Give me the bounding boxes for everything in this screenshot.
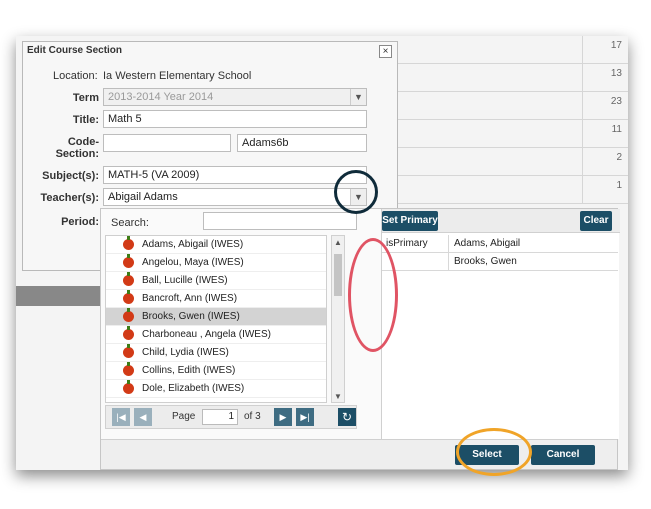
apple-icon xyxy=(123,272,134,286)
term-label: Term xyxy=(72,92,99,104)
bg-row: 11 xyxy=(396,120,628,148)
subjects-label: Subject(s): xyxy=(42,170,99,182)
apple-icon xyxy=(123,290,134,304)
teacher-list-item[interactable]: Ball, Lucille (IWES) xyxy=(106,272,326,290)
highlight-ring-select xyxy=(456,428,532,476)
teacher-name: Ball, Lucille (IWES) xyxy=(142,275,228,286)
teacher-list-item[interactable]: Adams, Abigail (IWES) xyxy=(106,236,326,254)
bg-row: 17 xyxy=(396,36,628,64)
code-input[interactable] xyxy=(103,134,231,152)
page-input[interactable]: 1 xyxy=(202,409,238,425)
dialog-title: Edit Course Section xyxy=(27,45,123,56)
background-strip xyxy=(16,286,106,306)
teacher-list-item[interactable]: Charboneau , Angela (IWES) xyxy=(106,326,326,344)
list-scrollbar[interactable]: ▲ ▼ xyxy=(331,235,345,403)
teacher-name: Collins, Edith (IWES) xyxy=(142,365,236,376)
screenshot-frame: 17 13 23 11 2 1 Edit Course Section × Lo… xyxy=(16,36,628,470)
scroll-thumb[interactable] xyxy=(334,254,342,296)
bg-row-number: 17 xyxy=(582,36,628,64)
teacher-list-item[interactable]: Dole, Elizabeth (IWES) xyxy=(106,380,326,398)
teachers-label: Teacher(s): xyxy=(40,192,99,204)
bg-row-number: 11 xyxy=(582,120,628,148)
close-icon[interactable]: × xyxy=(379,45,392,58)
selected-teachers-pane: Set Primary Clear isPrimary Adams, Abigai… xyxy=(381,209,620,439)
picker-footer: Select Cancel xyxy=(101,439,617,469)
selected-teacher-name: Adams, Abigail xyxy=(448,235,618,253)
scroll-down-icon[interactable]: ▼ xyxy=(334,392,342,401)
apple-icon xyxy=(123,308,134,322)
code-section-label: Code- Section: xyxy=(55,136,99,160)
bg-row-number: 13 xyxy=(582,64,628,92)
teacher-name: Dole, Elizabeth (IWES) xyxy=(142,383,245,394)
teacher-list-item[interactable]: Bancroft, Ann (IWES) xyxy=(106,290,326,308)
chevron-down-icon[interactable]: ▼ xyxy=(350,89,366,105)
apple-icon xyxy=(123,344,134,358)
apple-icon xyxy=(123,380,134,394)
subject-select[interactable]: MATH-5 (VA 2009) xyxy=(103,166,367,184)
bg-row: 2 xyxy=(396,148,628,176)
term-select[interactable]: 2013-2014 Year 2014 ▼ xyxy=(103,88,367,106)
available-teachers-pane: Adams, Abigail (IWES) Angelou, Maya (IWES… xyxy=(105,235,357,431)
search-input[interactable] xyxy=(203,212,357,230)
subject-value: MATH-5 (VA 2009) xyxy=(108,169,200,181)
bg-row-number: 2 xyxy=(582,148,628,176)
teacher-list: Adams, Abigail (IWES) Angelou, Maya (IWES… xyxy=(105,235,327,403)
background-grid: 17 13 23 11 2 1 xyxy=(396,36,628,236)
title-input[interactable]: Math 5 xyxy=(103,110,367,128)
prev-page-icon[interactable]: ◀ xyxy=(134,408,152,426)
scroll-up-icon[interactable]: ▲ xyxy=(334,238,342,247)
highlight-ring-dropdown xyxy=(334,170,378,214)
teacher-name: Angelou, Maya (IWES) xyxy=(142,257,244,268)
teacher-name: Brooks, Gwen (IWES) xyxy=(142,311,240,322)
next-page-icon[interactable]: ▶ xyxy=(274,408,292,426)
teacher-name: Adams, Abigail (IWES) xyxy=(142,239,244,250)
selected-row[interactable]: isPrimary Adams, Abigail xyxy=(382,235,618,253)
term-value: 2013-2014 Year 2014 xyxy=(108,91,214,103)
primary-flag: isPrimary xyxy=(386,238,428,249)
location-label: Location: xyxy=(53,70,98,82)
teacher-list-item[interactable]: Angelou, Maya (IWES) xyxy=(106,254,326,272)
first-page-icon[interactable]: |◀ xyxy=(112,408,130,426)
selected-row[interactable]: Brooks, Gwen xyxy=(382,253,618,271)
apple-icon xyxy=(123,236,134,250)
page-of-label: of 3 xyxy=(244,411,261,422)
refresh-icon[interactable]: ↻ xyxy=(338,408,356,426)
apple-icon xyxy=(123,254,134,268)
selected-teacher-name: Brooks, Gwen xyxy=(448,253,618,271)
teacher-list-item[interactable]: Brooks, Gwen (IWES) xyxy=(106,308,326,326)
title-label: Title: xyxy=(72,114,99,126)
teacher-name: Bancroft, Ann (IWES) xyxy=(142,293,238,304)
highlight-ring-move-arrows xyxy=(348,238,398,352)
bg-row: 1 xyxy=(396,176,628,204)
set-primary-button[interactable]: Set Primary xyxy=(382,211,438,231)
teacher-name: Charboneau , Angela (IWES) xyxy=(142,329,271,340)
pager: |◀ ◀ Page 1 of 3 ▶ ▶| ↻ xyxy=(105,405,357,429)
teacher-list-item[interactable]: Collins, Edith (IWES) xyxy=(106,362,326,380)
apple-icon xyxy=(123,326,134,340)
teacher-value: Abigail Adams xyxy=(108,191,178,203)
cancel-button[interactable]: Cancel xyxy=(531,445,595,465)
bg-row-number: 23 xyxy=(582,92,628,120)
page-label: Page xyxy=(172,411,196,422)
bg-row: 13 xyxy=(396,64,628,92)
teacher-name: Child, Lydia (IWES) xyxy=(142,347,229,358)
selected-toolbar: Set Primary Clear xyxy=(382,209,620,233)
apple-icon xyxy=(123,362,134,376)
clear-button[interactable]: Clear xyxy=(580,211,612,231)
teacher-list-item[interactable]: Child, Lydia (IWES) xyxy=(106,344,326,362)
location-value: Ia Western Elementary School xyxy=(103,70,252,82)
teacher-select[interactable]: Abigail Adams ▼ xyxy=(103,188,367,206)
last-page-icon[interactable]: ▶| xyxy=(296,408,314,426)
search-label: Search: xyxy=(111,217,149,229)
section-input[interactable]: Adams6b xyxy=(237,134,367,152)
bg-row: 23 xyxy=(396,92,628,120)
period-label: Period: xyxy=(61,216,99,228)
bg-row-number: 1 xyxy=(582,176,628,204)
